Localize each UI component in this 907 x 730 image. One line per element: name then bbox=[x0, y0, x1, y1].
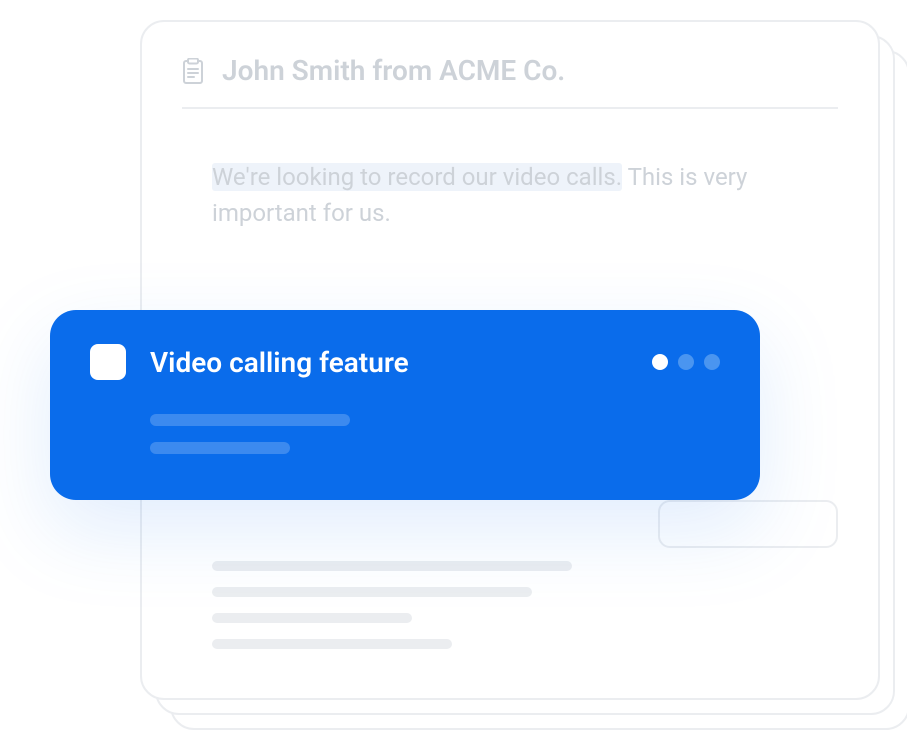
skeleton-line bbox=[212, 561, 572, 571]
dot-active bbox=[652, 354, 668, 370]
note-text[interactable]: We're looking to record our video calls.… bbox=[212, 159, 808, 231]
dot-inactive bbox=[678, 354, 694, 370]
feature-title: Video calling feature bbox=[150, 346, 628, 379]
status-dots bbox=[652, 354, 720, 370]
clipboard-icon bbox=[182, 58, 204, 84]
feature-line bbox=[150, 414, 350, 426]
skeleton-lines bbox=[182, 561, 838, 649]
skeleton-line bbox=[212, 613, 412, 623]
dot-inactive bbox=[704, 354, 720, 370]
skeleton-button bbox=[658, 500, 838, 548]
skeleton-line bbox=[212, 639, 452, 649]
feature-header: Video calling feature bbox=[90, 344, 720, 380]
card-body: We're looking to record our video calls.… bbox=[182, 109, 838, 231]
feature-card[interactable]: Video calling feature bbox=[50, 310, 760, 500]
skeleton-line bbox=[212, 587, 532, 597]
card-header: John Smith from ACME Co. bbox=[182, 54, 838, 109]
feature-checkbox[interactable] bbox=[90, 344, 126, 380]
highlighted-text[interactable]: We're looking to record our video calls. bbox=[212, 163, 622, 191]
card-title: John Smith from ACME Co. bbox=[222, 54, 565, 87]
feature-skeleton bbox=[150, 414, 720, 454]
feature-line bbox=[150, 442, 290, 454]
